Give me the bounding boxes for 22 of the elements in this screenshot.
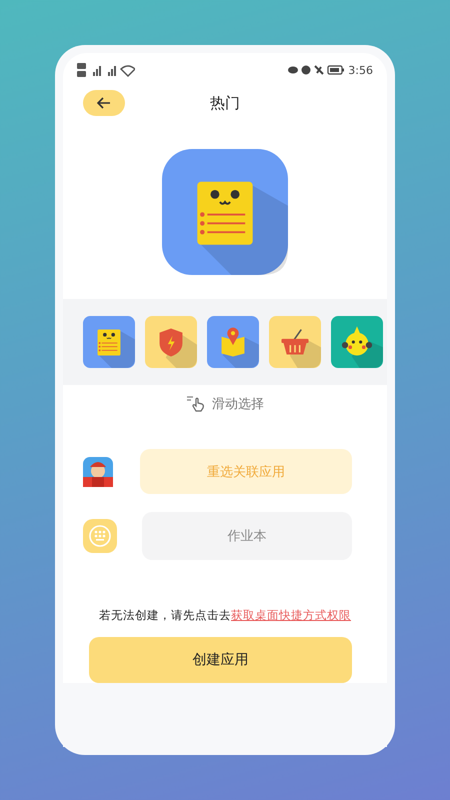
keypad-icon: [83, 519, 117, 553]
status-time: 3:56: [348, 64, 373, 76]
notice-text: 若无法创建，请先点击去获取桌面快捷方式权限: [98, 608, 352, 623]
shield-icon: [145, 316, 197, 368]
create-app-button[interactable]: 创建应用: [89, 637, 352, 683]
swipe-hint: 滑动选择: [212, 396, 264, 413]
chick-icon: [331, 316, 383, 368]
permission-link[interactable]: 获取桌面快捷方式权限: [231, 608, 351, 622]
icon-option[interactable]: [331, 316, 383, 368]
signal-icon: [77, 62, 135, 78]
app-icon: [83, 456, 113, 486]
back-arrow-icon: [97, 97, 111, 109]
app-name-field[interactable]: 作业本: [142, 512, 352, 560]
reselect-app-button[interactable]: 重选关联应用: [140, 449, 352, 494]
back-button[interactable]: [83, 90, 125, 116]
status-icons: [288, 64, 344, 76]
notepad-icon: [162, 149, 288, 275]
swipe-hand-icon: [186, 395, 206, 413]
notepad-icon: [83, 316, 135, 368]
page-title: 热门: [210, 94, 240, 112]
map-icon: [207, 316, 259, 368]
basket-icon: [269, 316, 321, 368]
